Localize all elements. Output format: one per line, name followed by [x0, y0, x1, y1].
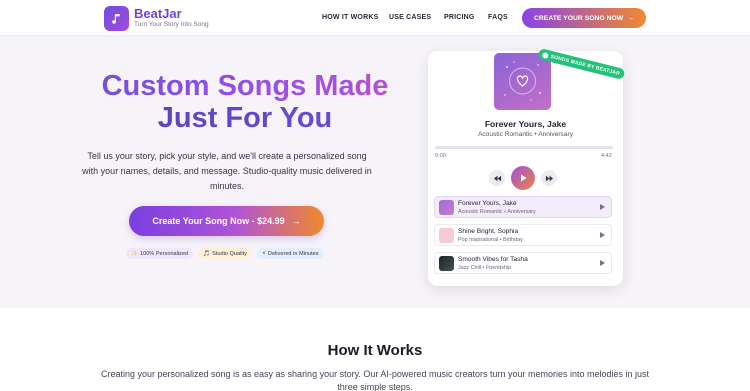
- sparkle-icon: ✨: [131, 250, 138, 257]
- badge-label: Studio Quality: [212, 250, 247, 257]
- progress-track[interactable]: [435, 146, 613, 149]
- lightning-icon: ⚡: [261, 250, 266, 257]
- playlist-item-subtitle: Jazz Chill • Friendship: [458, 265, 512, 271]
- arrow-right-icon: →: [627, 14, 635, 22]
- play-icon[interactable]: [600, 204, 605, 210]
- playlist-item-title: Shine Bright, Sophia: [458, 228, 519, 235]
- nav-cta-label: CREATE YOUR SONG NOW: [533, 14, 624, 22]
- hero-cta-label: Create Your Song Now - $24.99: [152, 216, 285, 226]
- rewind-icon: [493, 175, 501, 181]
- heart-icon: [504, 61, 541, 101]
- brand-name[interactable]: BeatJar: [134, 6, 182, 21]
- playlist-item-title: Smooth Vibes for Tasha: [458, 256, 528, 263]
- arrow-right-icon: →: [291, 216, 301, 226]
- how-it-works-title: How It Works: [327, 342, 423, 359]
- badge-label: 100% Personalized: [139, 250, 189, 257]
- play-button[interactable]: [511, 166, 535, 190]
- playlist-item[interactable]: Forever Yours, Jake Acoustic Romantic • …: [434, 196, 612, 218]
- hero-title: Custom Songs Made Just For You: [60, 70, 430, 134]
- playlist-item-subtitle: Pop Inspirational • Birthday: [458, 237, 523, 243]
- music-note-icon[interactable]: [104, 6, 129, 31]
- nav-link-faqs[interactable]: FAQS: [488, 14, 508, 21]
- play-icon[interactable]: [600, 232, 605, 238]
- rewind-button[interactable]: [489, 170, 505, 186]
- play-icon[interactable]: [600, 260, 605, 266]
- nav-link-use-cases[interactable]: USE CASES: [389, 14, 431, 21]
- brand-tagline: Turn Your Story Into Song: [134, 21, 209, 28]
- badge-personalized: ✨ 100% Personalized: [126, 248, 194, 259]
- now-playing-subtitle: Acoustic Romantic • Anniversary: [477, 131, 574, 138]
- playlist-item[interactable]: Shine Bright, Sophia Pop Inspirational •…: [434, 224, 612, 246]
- time-elapsed: 0:00: [435, 153, 446, 159]
- song-thumbnail: [439, 256, 454, 271]
- time-total: 4:42: [601, 153, 612, 159]
- nav-link-how-it-works[interactable]: HOW IT WORKS: [322, 14, 378, 21]
- song-thumbnail: [439, 200, 454, 215]
- playlist-item-title: Forever Yours, Jake: [458, 200, 517, 207]
- feature-badges: ✨ 100% Personalized 🎵 Studio Quality ⚡ D…: [126, 248, 324, 259]
- album-cover: [494, 53, 551, 110]
- play-icon: [521, 174, 527, 182]
- hero-create-song-button[interactable]: Create Your Song Now - $24.99 →: [129, 206, 324, 236]
- badge-delivered-minutes: ⚡ Delivered in Minutes: [256, 248, 324, 259]
- playlist-item-subtitle: Acoustic Romantic • Anniversary: [458, 209, 536, 215]
- hero-title-line2: Just For You: [60, 102, 430, 134]
- now-playing-title: Forever Yours, Jake: [484, 119, 567, 129]
- fast-forward-icon: [545, 175, 553, 181]
- check-circle-icon: [542, 51, 550, 59]
- playlist-item[interactable]: Smooth Vibes for Tasha Jazz Chill • Frie…: [434, 252, 612, 274]
- how-it-works-description: Creating your personalized song is as ea…: [100, 369, 650, 391]
- badge-studio-quality: 🎵 Studio Quality: [198, 248, 252, 259]
- badge-label: Delivered in Minutes: [267, 250, 319, 257]
- top-nav: BeatJar Turn Your Story Into Song HOW IT…: [0, 0, 750, 36]
- hero-title-line1: Custom Songs Made: [60, 70, 430, 102]
- nav-create-song-button[interactable]: CREATE YOUR SONG NOW →: [522, 8, 646, 28]
- nav-link-pricing[interactable]: PRICING: [444, 14, 475, 21]
- song-thumbnail: [439, 228, 454, 243]
- music-note-icon: 🎵: [203, 250, 211, 257]
- hero-description: Tell us your story, pick your style, and…: [82, 151, 372, 191]
- fast-forward-button[interactable]: [541, 170, 557, 186]
